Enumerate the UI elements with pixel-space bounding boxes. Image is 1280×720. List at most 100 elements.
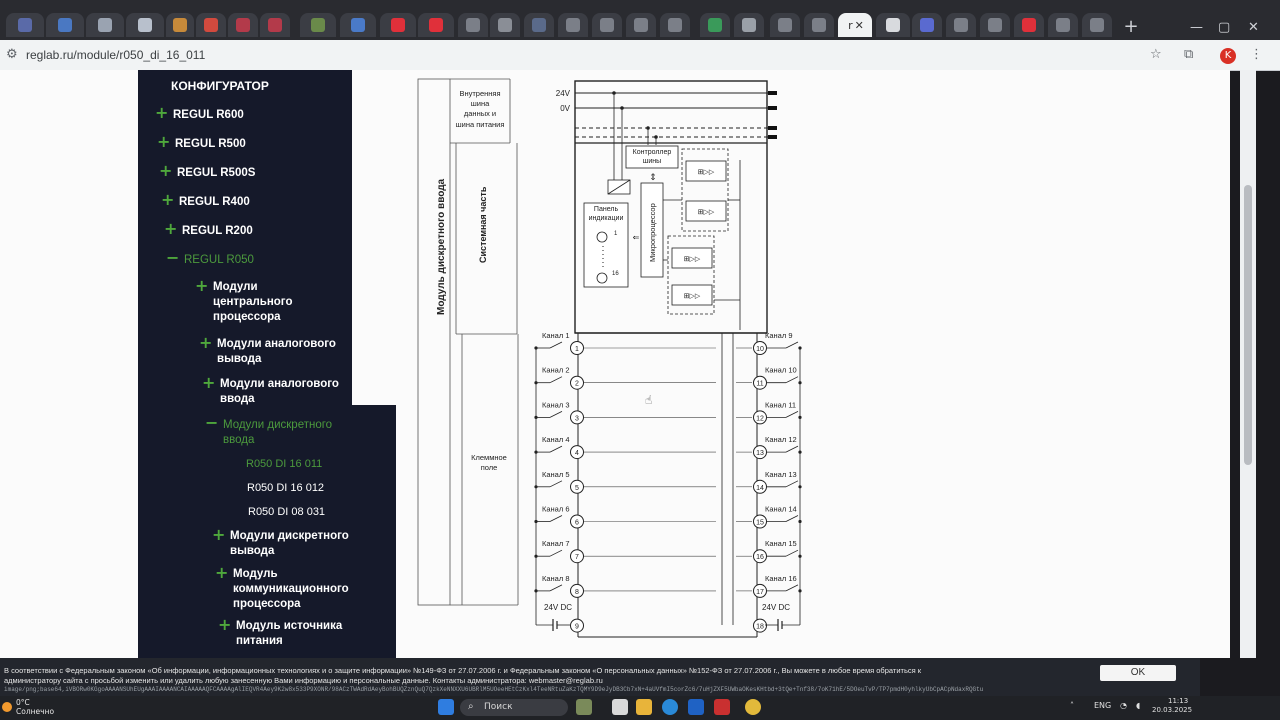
site-info-icon[interactable]: ⚙ <box>6 47 18 62</box>
volume-icon[interactable]: ◖ <box>1136 701 1140 710</box>
browser-tab[interactable] <box>418 13 454 37</box>
expand-plus-icon[interactable]: + <box>164 221 177 237</box>
profile-avatar[interactable]: K <box>1220 48 1236 64</box>
sidebar-item-discrete-input[interactable]: Модули дискретного ввода <box>223 418 348 448</box>
browser-tab[interactable] <box>380 13 416 37</box>
extensions-icon[interactable]: ⧉ <box>1184 47 1193 62</box>
taskbar-search-box[interactable]: ⌕ Поиск <box>460 699 568 716</box>
sidebar-item-regul-r200[interactable]: REGUL R200 <box>182 224 253 239</box>
browser-tab[interactable] <box>734 13 764 37</box>
tray-overflow-icon[interactable]: ˄ <box>1070 701 1074 710</box>
edge-browser-icon[interactable] <box>662 699 678 715</box>
browser-tab[interactable] <box>228 13 258 37</box>
expand-plus-icon[interactable]: + <box>195 278 208 294</box>
active-browser-tab[interactable]: r ✕ <box>838 13 872 37</box>
sidebar-item-regul-r400[interactable]: REGUL R400 <box>179 195 250 210</box>
sidebar-item-discrete-output[interactable]: Модули дискретного вывода <box>230 529 355 559</box>
weather-widget[interactable]: 0°C Солнечно <box>16 698 54 716</box>
windows-start-icon[interactable] <box>438 699 454 715</box>
module-r050-di-16-011[interactable]: R050 DI 16 011 <box>246 457 322 472</box>
browser-tab[interactable] <box>340 13 376 37</box>
new-tab-icon[interactable]: + <box>1122 18 1140 36</box>
expand-plus-icon[interactable]: + <box>161 192 174 208</box>
expand-plus-icon[interactable]: + <box>212 527 225 543</box>
bookmark-star-icon[interactable]: ☆ <box>1150 47 1162 62</box>
browser-tab[interactable] <box>260 13 290 37</box>
expand-plus-icon[interactable]: + <box>157 134 170 150</box>
browser-tab[interactable] <box>46 13 84 37</box>
browser-tab[interactable] <box>660 13 690 37</box>
sidebar-item-analog-input[interactable]: Модули аналогового ввода <box>220 377 345 407</box>
browser-tab[interactable] <box>912 13 942 37</box>
junction-dot <box>798 415 802 419</box>
url-field[interactable]: reglab.ru/module/r050_di_16_011 <box>26 48 205 62</box>
browser-tab[interactable] <box>166 13 194 37</box>
sidebar-item-regul-r500[interactable]: REGUL R500 <box>175 137 246 152</box>
browser-tab[interactable] <box>592 13 622 37</box>
expand-plus-icon[interactable]: + <box>199 335 212 351</box>
chrome-browser-icon[interactable] <box>745 699 761 715</box>
browser-tab[interactable] <box>126 13 164 37</box>
collapse-minus-icon[interactable]: − <box>166 250 179 266</box>
switch-contact <box>549 584 563 592</box>
sidebar-item-regul-r500s[interactable]: REGUL R500S <box>177 166 255 181</box>
expand-plus-icon[interactable]: + <box>202 375 215 391</box>
tab-favicon-icon <box>173 18 187 32</box>
browser-menu-icon[interactable]: ⋮ <box>1250 47 1263 62</box>
browser-tab[interactable] <box>700 13 730 37</box>
expand-plus-icon[interactable]: + <box>215 565 228 581</box>
collapse-minus-icon[interactable]: − <box>205 415 218 431</box>
clock-time[interactable]: 11:13 <box>1168 697 1188 705</box>
widgets-icon[interactable] <box>576 699 592 715</box>
sidebar-item-regul-r050[interactable]: REGUL R050 <box>184 253 254 268</box>
browser-tab[interactable] <box>626 13 656 37</box>
browser-tab[interactable] <box>1014 13 1044 37</box>
switch-contact <box>549 480 563 488</box>
browser-tab[interactable] <box>876 13 910 37</box>
outlook-icon[interactable] <box>688 699 704 715</box>
scrollbar-thumb[interactable] <box>1244 185 1252 465</box>
legal-notice-line-2: администратору сайта с просьбой изменить… <box>4 676 603 685</box>
browser-tab[interactable] <box>6 13 44 37</box>
browser-tab[interactable] <box>196 13 226 37</box>
browser-tab[interactable] <box>946 13 976 37</box>
tab-favicon-icon <box>988 18 1002 32</box>
sidebar-item-regul-r600[interactable]: REGUL R600 <box>173 108 244 123</box>
file-explorer-icon[interactable] <box>636 699 652 715</box>
browser-tab[interactable] <box>770 13 800 37</box>
weather-sun-icon[interactable] <box>2 702 12 712</box>
browser-tab[interactable] <box>1048 13 1078 37</box>
browser-tab[interactable] <box>1082 13 1112 37</box>
switch-contact <box>549 515 563 522</box>
browser-tab[interactable] <box>980 13 1010 37</box>
close-window-icon[interactable]: ✕ <box>1248 20 1259 35</box>
ok-button[interactable]: OK <box>1100 665 1176 681</box>
task-view-icon[interactable] <box>612 699 628 715</box>
channel-label-left: Канал 8 <box>542 574 569 583</box>
clock-date[interactable]: 20.03.2025 <box>1152 706 1192 714</box>
browser-tab[interactable] <box>458 13 488 37</box>
sidebar-item-cpu-modules[interactable]: Модули центрального процессора <box>213 280 333 325</box>
minimize-window-icon[interactable]: — <box>1190 20 1203 35</box>
browser-tab[interactable] <box>804 13 834 37</box>
restore-window-icon[interactable]: ▢ <box>1218 20 1230 35</box>
module-r050-di-16-012[interactable]: R050 DI 16 012 <box>247 481 324 496</box>
expand-plus-icon[interactable]: + <box>218 617 231 633</box>
browser-tab[interactable] <box>300 13 336 37</box>
sidebar-item-analog-output[interactable]: Модули аналогового вывода <box>217 337 342 367</box>
sidebar-item-comm-processor[interactable]: Модуль коммуникационного процессора <box>233 567 358 612</box>
language-indicator[interactable]: ENG <box>1094 701 1111 710</box>
browser-tab[interactable] <box>524 13 554 37</box>
expand-plus-icon[interactable]: + <box>155 105 168 121</box>
yandex-browser-icon[interactable] <box>714 699 730 715</box>
sidebar-item-power-supply[interactable]: Модуль источника питания <box>236 619 361 649</box>
terminal-number: 6 <box>575 520 579 527</box>
wifi-icon[interactable]: ◔ <box>1120 701 1127 710</box>
close-tab-icon[interactable]: ✕ <box>855 19 864 32</box>
expand-plus-icon[interactable]: + <box>159 163 172 179</box>
browser-tab[interactable] <box>558 13 588 37</box>
browser-tab[interactable] <box>490 13 520 37</box>
module-r050-di-08-031[interactable]: R050 DI 08 031 <box>248 505 325 520</box>
browser-tab[interactable] <box>86 13 124 37</box>
junction-dot <box>798 346 802 350</box>
